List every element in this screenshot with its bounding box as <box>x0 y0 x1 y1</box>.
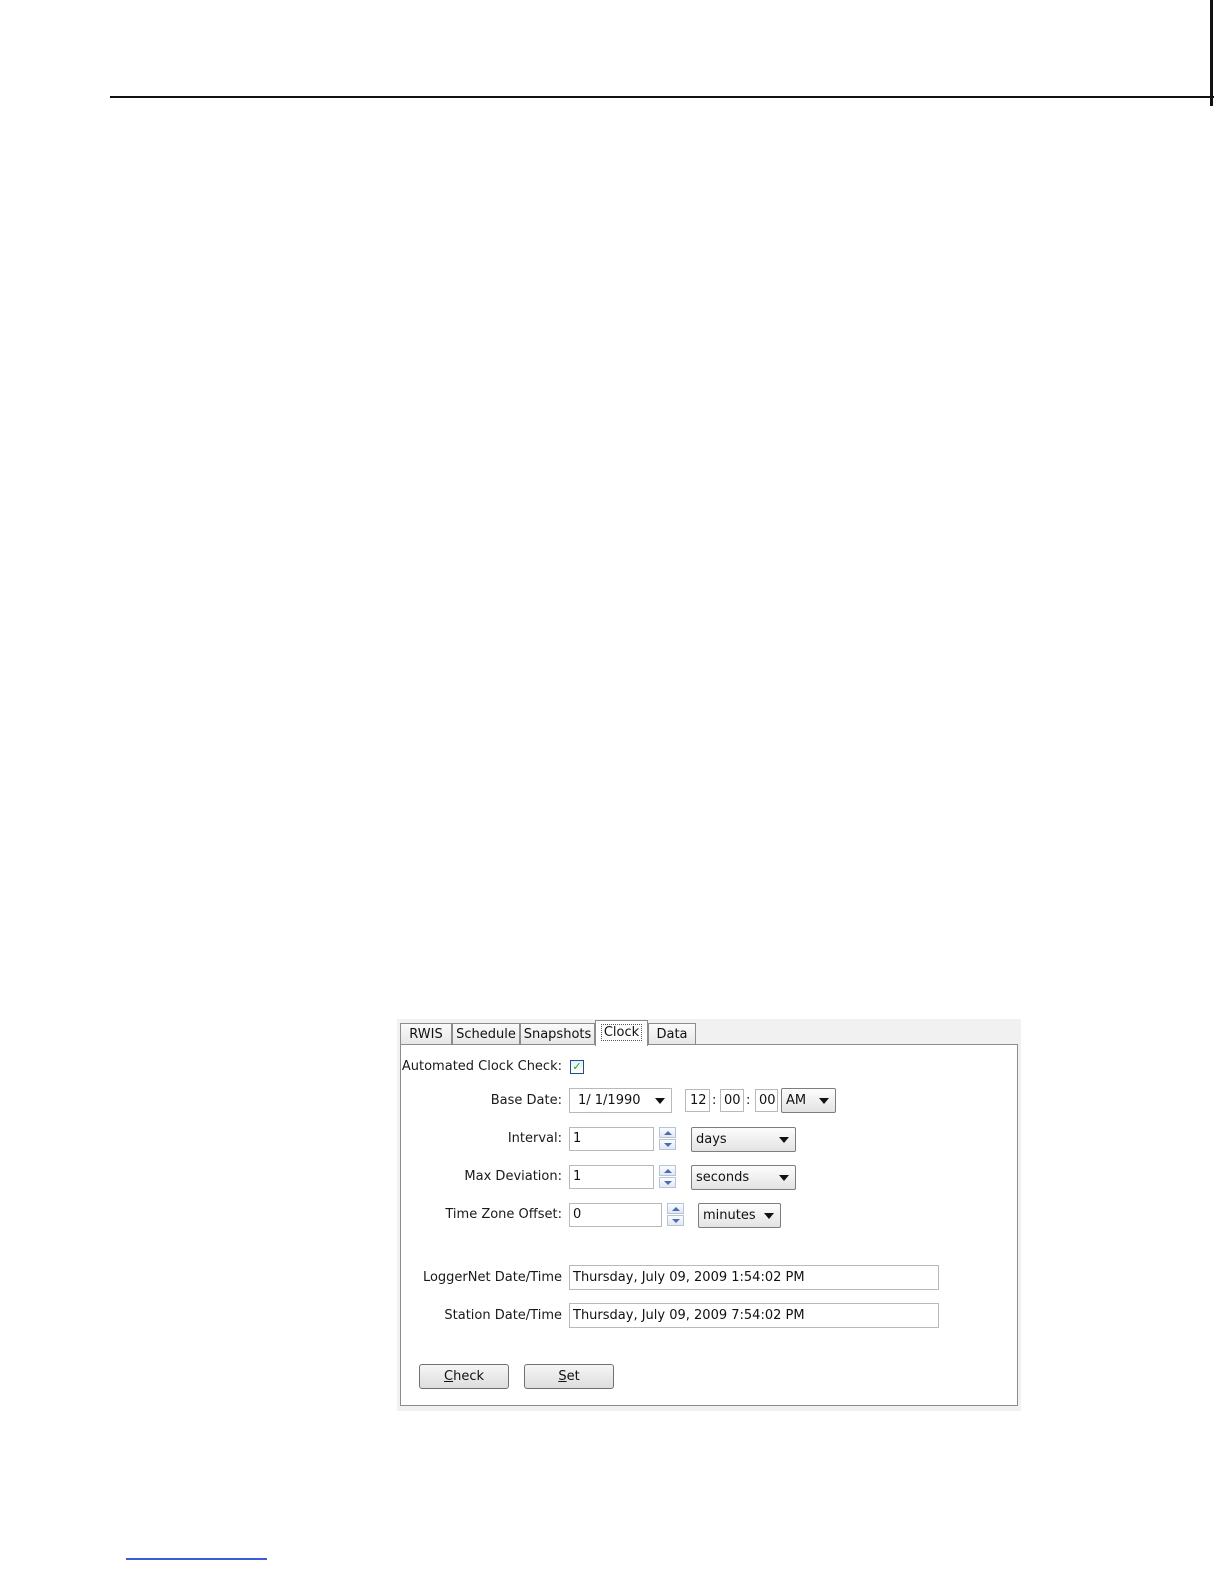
tab-snapshots[interactable]: Snapshots <box>520 1023 595 1044</box>
time-zone-offset-label: Time Zone Offset: <box>445 1207 562 1222</box>
check-button-mnemonic: C <box>444 1369 454 1384</box>
chevron-down-icon[interactable] <box>764 1213 774 1219</box>
time-zone-offset-unit-select[interactable]: minutes <box>698 1203 781 1228</box>
time-separator: : <box>712 1093 717 1108</box>
loggernet-datetime-label: LoggerNet Date/Time <box>422 1270 562 1285</box>
spin-down-icon[interactable] <box>659 1177 676 1188</box>
loggernet-datetime-field: Thursday, July 09, 2009 1:54:02 PM <box>569 1265 939 1290</box>
base-date-value: 1/ 1/1990 <box>578 1093 641 1108</box>
interval-unit-select[interactable]: days <box>691 1127 796 1152</box>
spin-up-icon[interactable] <box>659 1165 676 1176</box>
max-deviation-unit-select[interactable]: seconds <box>691 1165 796 1190</box>
ampm-value: AM <box>786 1093 807 1108</box>
max-deviation-label: Max Deviation: <box>464 1169 562 1184</box>
automated-clock-check-checkbox[interactable]: ✓ <box>570 1060 584 1074</box>
station-datetime-label: Station Date/Time <box>444 1308 562 1323</box>
tab-data[interactable]: Data <box>648 1023 696 1044</box>
tab-clock-label: Clock <box>600 1024 643 1041</box>
time-zone-offset-input[interactable]: 0 <box>569 1203 662 1227</box>
check-button-label: heck <box>453 1369 484 1384</box>
chevron-down-icon[interactable] <box>779 1175 789 1181</box>
spin-down-icon[interactable] <box>659 1139 676 1150</box>
time-separator: : <box>746 1093 751 1108</box>
base-date-picker[interactable]: 1/ 1/1990 <box>569 1088 672 1113</box>
max-deviation-stepper[interactable] <box>659 1165 676 1189</box>
set-button-label: et <box>566 1369 580 1384</box>
spin-up-icon[interactable] <box>667 1203 684 1214</box>
second-field[interactable]: 00 <box>755 1089 778 1112</box>
spin-down-icon[interactable] <box>667 1215 684 1226</box>
hour-field[interactable]: 12 <box>685 1089 710 1112</box>
header-rule <box>110 96 1214 98</box>
tab-schedule[interactable]: Schedule <box>452 1023 520 1044</box>
set-button[interactable]: Set <box>524 1364 614 1389</box>
max-deviation-unit-value: seconds <box>696 1170 750 1185</box>
clock-settings-dialog: RWIS Schedule Snapshots Clock Data Autom… <box>397 1019 1021 1411</box>
tab-clock[interactable]: Clock <box>595 1020 648 1046</box>
page-edge-mark <box>1210 0 1213 106</box>
interval-stepper[interactable] <box>659 1127 676 1151</box>
clock-panel: Automated Clock Check: ✓ Base Date: 1/ 1… <box>400 1044 1018 1406</box>
chevron-down-icon[interactable] <box>819 1098 829 1104</box>
minute-field[interactable]: 00 <box>720 1089 744 1112</box>
footnote-rule <box>126 1558 267 1560</box>
spin-up-icon[interactable] <box>659 1127 676 1138</box>
automated-clock-check-label: Automated Clock Check: <box>401 1059 562 1074</box>
chevron-down-icon[interactable] <box>779 1137 789 1143</box>
ampm-select[interactable]: AM <box>781 1088 836 1113</box>
interval-label: Interval: <box>507 1131 562 1146</box>
time-zone-offset-stepper[interactable] <box>667 1203 684 1227</box>
interval-input[interactable]: 1 <box>569 1127 654 1151</box>
set-button-mnemonic: S <box>558 1369 567 1384</box>
check-button[interactable]: Check <box>419 1364 509 1389</box>
base-date-label: Base Date: <box>490 1093 562 1108</box>
max-deviation-input[interactable]: 1 <box>569 1165 654 1189</box>
station-datetime-field: Thursday, July 09, 2009 7:54:02 PM <box>569 1303 939 1328</box>
chevron-down-icon[interactable] <box>655 1098 665 1104</box>
interval-unit-value: days <box>696 1132 727 1147</box>
tab-rwis[interactable]: RWIS <box>400 1023 452 1044</box>
time-zone-offset-unit-value: minutes <box>703 1208 756 1223</box>
